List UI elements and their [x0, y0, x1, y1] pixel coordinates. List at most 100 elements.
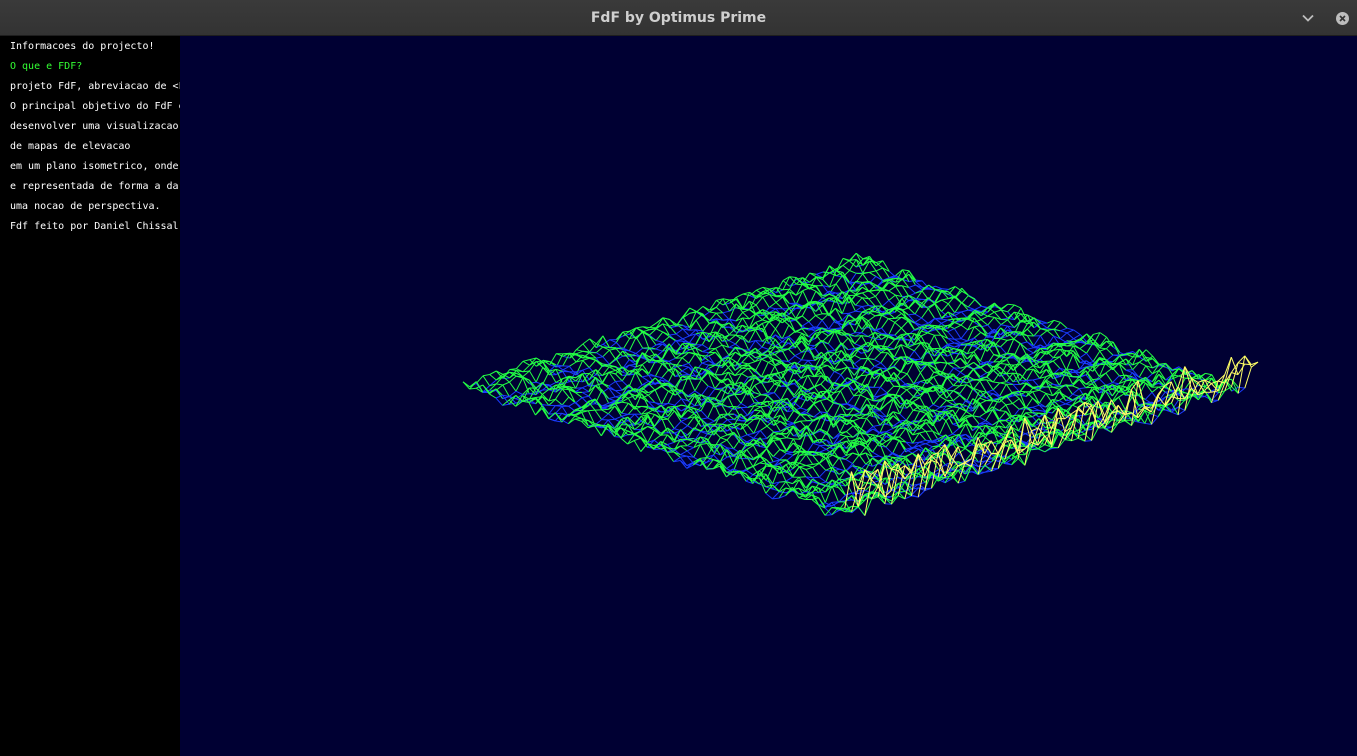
wire-segment: [846, 425, 854, 432]
wire-segment: [489, 370, 497, 375]
wire-segment: [655, 328, 664, 333]
wire-segment: [634, 437, 641, 441]
wire-segment: [1019, 363, 1027, 371]
wire-segment: [608, 396, 616, 400]
wire-segment: [555, 398, 563, 406]
wire-segment: [894, 322, 902, 329]
wire-segment: [668, 368, 676, 371]
chevron-down-icon: [1302, 14, 1314, 22]
wire-segment: [741, 373, 749, 378]
wire-segment: [801, 359, 809, 361]
info-line: O principal objetivo do FdF e: [10, 101, 180, 112]
wire-segment: [1040, 322, 1048, 329]
wire-segment: [582, 338, 590, 345]
wire-segment: [815, 315, 823, 321]
wire-segment: [701, 378, 709, 387]
fdf-render-viewport[interactable]: [180, 36, 1357, 756]
wire-segment: [682, 335, 690, 340]
wire-segment: [607, 413, 616, 420]
wire-segment: [602, 356, 610, 365]
wire-segment: [953, 385, 961, 392]
wire-segment: [813, 403, 821, 413]
wire-segment: [701, 362, 709, 366]
wire-segment: [720, 439, 728, 445]
wire-segment: [941, 319, 949, 324]
wire-segment: [1066, 329, 1074, 334]
wire-segment: [941, 303, 949, 312]
wire-segment: [966, 369, 974, 379]
wire-segment: [722, 324, 730, 335]
wire-segment: [827, 343, 836, 351]
wire-segment: [686, 447, 695, 452]
wire-segment: [688, 353, 696, 364]
wire-segment: [681, 357, 690, 364]
wire-segment: [992, 382, 1001, 391]
wire-segment: [673, 421, 682, 429]
wire-segment: [713, 459, 721, 462]
wire-segment: [834, 371, 842, 376]
wire-segment: [489, 374, 497, 381]
wire-segment: [601, 409, 609, 415]
title-bar[interactable]: FdF by Optimus Prime: [0, 0, 1357, 36]
info-line: de mapas de elevacao: [10, 141, 131, 152]
wire-segment: [641, 375, 649, 378]
wire-segment: [906, 373, 915, 385]
wire-segment: [582, 391, 589, 393]
wire-segment: [636, 326, 644, 329]
wire-segment: [862, 286, 870, 292]
wire-segment: [1039, 335, 1048, 347]
wire-segment: [582, 367, 590, 371]
wire-segment: [760, 425, 768, 431]
wire-segment: [914, 313, 922, 319]
wire-segment: [582, 384, 590, 389]
wire-segment: [733, 394, 742, 404]
wire-segment: [655, 340, 663, 343]
wire-segment: [575, 392, 583, 399]
wire-segment: [787, 355, 796, 362]
wire-segment: [874, 359, 882, 364]
wire-segment: [873, 424, 880, 427]
wire-segment: [714, 388, 722, 391]
wire-segment: [941, 298, 949, 301]
wire-segment: [761, 358, 769, 363]
wire-segment: [927, 332, 935, 336]
wire-segment: [893, 385, 901, 388]
wire-segment: [1007, 304, 1015, 313]
wire-segment: [1046, 330, 1055, 337]
wire-segment: [668, 402, 675, 406]
wire-segment: [621, 413, 629, 417]
wire-segment: [853, 417, 861, 422]
wire-segment: [754, 381, 762, 386]
minimize-button[interactable]: [1298, 8, 1318, 28]
wire-segment: [786, 453, 794, 456]
wire-segment: [787, 387, 795, 398]
wire-segment: [801, 321, 810, 327]
close-icon: [1335, 11, 1349, 25]
wire-segment: [653, 416, 662, 428]
wire-segment: [686, 440, 695, 447]
wire-segment: [562, 355, 570, 359]
wire-segment: [702, 351, 709, 354]
wire-segment: [979, 366, 988, 374]
wire-segment: [1033, 328, 1041, 337]
wire-segment: [669, 336, 677, 341]
wire-segment: [535, 408, 543, 416]
wire-segment: [1073, 334, 1081, 340]
wire-segment: [582, 360, 590, 368]
wire-segment: [794, 351, 802, 357]
wire-segment: [987, 315, 995, 318]
wire-segment: [674, 398, 682, 406]
wire-segment: [954, 302, 962, 314]
wire-segment: [786, 410, 795, 422]
wire-segment: [800, 407, 808, 411]
wire-segment: [866, 417, 874, 427]
wire-segment: [647, 412, 655, 415]
wire-segment: [915, 280, 923, 283]
wire-segment: [820, 365, 828, 368]
wire-segment: [794, 355, 802, 361]
wire-segment: [687, 445, 694, 449]
wire-segment: [927, 308, 936, 319]
wire-segment: [981, 305, 989, 308]
wire-segment: [933, 373, 941, 378]
close-button[interactable]: [1332, 8, 1352, 28]
